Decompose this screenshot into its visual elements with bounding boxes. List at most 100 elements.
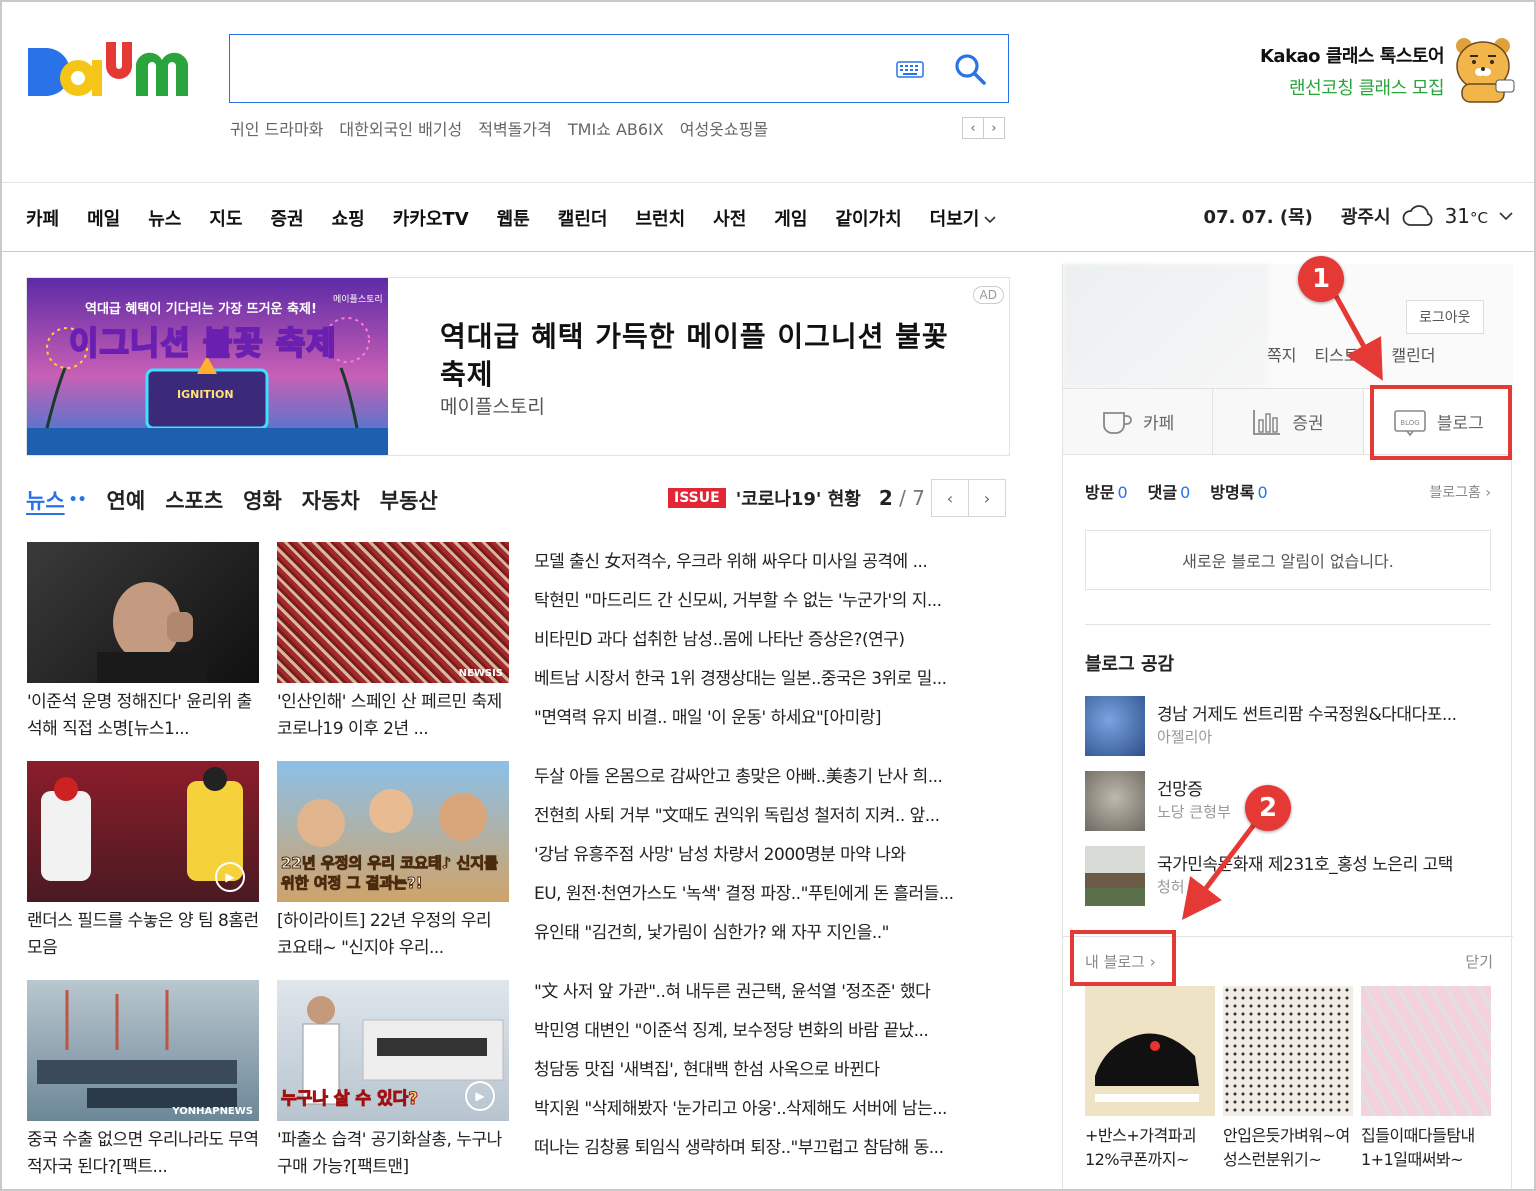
news-next-button[interactable]: › (968, 479, 1006, 517)
product-caption[interactable]: 안입은듯가벼워~여성스런분위기~ (1223, 1124, 1353, 1172)
news-thumb-image[interactable] (27, 542, 259, 683)
news-thumb[interactable]: '이준석 운명 정해진다' 윤리위 출석해 직접 소명[뉴스1... (27, 542, 259, 743)
tab-stock[interactable]: 증권 (1213, 389, 1364, 454)
gonggam-title[interactable]: 경남 거제도 썬트리팜 수국정원&다대다포... (1157, 700, 1487, 725)
headline-item[interactable]: 청담동 맛집 '새벽집', 현대백 한섬 사옥으로 바뀐다 (534, 1051, 1010, 1090)
trending-next-button[interactable]: › (983, 117, 1005, 139)
weather-city[interactable]: 광주시 (1341, 203, 1391, 229)
news-thumb-image[interactable]: NEWSIS (277, 542, 509, 683)
news-thumb-image[interactable]: 누구나 살 수 있다? ▶ (277, 980, 509, 1121)
gonggam-thumb[interactable] (1085, 771, 1145, 831)
search-input[interactable] (244, 49, 884, 89)
weather-dropdown-icon[interactable] (1498, 210, 1514, 222)
product-card[interactable]: 집들이때다들탐내1+1일때써봐~ (1361, 986, 1491, 1172)
product-image[interactable] (1223, 986, 1353, 1116)
nav-webtoon[interactable]: 웹툰 (497, 205, 530, 231)
product-caption[interactable]: +반스+가격파괴12%쿠폰까지~ (1085, 1124, 1215, 1172)
issue-title[interactable]: '코로나19' 현황 (736, 485, 861, 511)
link-calendar[interactable]: 캘린더 (1391, 342, 1435, 366)
news-thumb[interactable]: YONHAPNEWS 중국 수출 없으면 우리나라도 무역적자국 된다?[팩트.… (27, 980, 259, 1181)
ad-brand[interactable]: 메이플스토리 (440, 392, 545, 419)
close-button[interactable]: 닫기 (1465, 951, 1493, 972)
issue-topic[interactable]: ISSUE '코로나19' 현황 2 / 7 (668, 485, 925, 511)
news-thumb-image[interactable]: ▶ (27, 761, 259, 902)
gonggam-thumb[interactable] (1085, 696, 1145, 756)
product-image[interactable] (1085, 986, 1215, 1116)
headline-item[interactable]: 두살 아들 온몸으로 감싸안고 총맞은 아빠..美총기 난사 희... (534, 758, 1010, 797)
headline-item[interactable]: 탁현민 "마드리드 간 신모씨, 거부할 수 없는 '누군가'의 지... (534, 582, 1010, 621)
news-prev-button[interactable]: ‹ (931, 479, 969, 517)
kakao-promo[interactable]: Kakao 클래스 톡스토어 랜선코칭 클래스 모집 (1260, 42, 1445, 100)
news-thumb[interactable]: NEWSIS '인산인해' 스페인 산 페르민 축제 코로나19 이후 2년 .… (277, 542, 509, 743)
link-message[interactable]: 쪽지 (1267, 342, 1296, 366)
news-thumb-caption[interactable]: [하이라이트] 22년 우정의 우리 코요태~ "신지야 우리... (277, 908, 509, 962)
headline-item[interactable]: 전현희 사퇴 거부 "文때도 권익위 독립성 철저히 지켜.. 앞... (534, 797, 1010, 836)
link-tistory[interactable]: 티스토리 (1314, 342, 1373, 366)
tab-cafe[interactable]: 카페 (1063, 389, 1214, 454)
stat-visits[interactable]: 방문 0 (1085, 479, 1128, 503)
headline-item[interactable]: "면역력 유지 비결.. 매일 '이 운동' 하세요"[아미랑] (534, 699, 1010, 738)
headline-item[interactable]: '강남 유흥주점 사망' 남성 차량서 2000명분 마약 나와 (534, 836, 1010, 875)
daum-logo[interactable] (26, 38, 202, 106)
gonggam-title[interactable]: 건망증 (1157, 775, 1487, 800)
news-thumb[interactable]: ▶ 랜더스 필드를 수놓은 양 팀 8홈런 모음 (27, 761, 259, 962)
news-thumb[interactable]: 누구나 살 수 있다? ▶ '파출소 습격' 공기화살총, 누구나 구매 가능?… (277, 980, 509, 1181)
news-thumb-image[interactable]: YONHAPNEWS (27, 980, 259, 1121)
tab-entertainment[interactable]: 연예 (107, 485, 146, 515)
nav-stock[interactable]: 증권 (271, 205, 304, 231)
news-thumb-caption[interactable]: 중국 수출 없으면 우리나라도 무역적자국 된다?[팩트... (27, 1127, 259, 1181)
trending-prev-button[interactable]: ‹ (962, 117, 984, 139)
trending-item[interactable]: 대한외국인 배기성 (339, 116, 462, 140)
product-card[interactable]: 안입은듯가벼워~여성스런분위기~ (1223, 986, 1353, 1172)
nav-calendar[interactable]: 캘린더 (558, 205, 608, 231)
product-card[interactable]: +반스+가격파괴12%쿠폰까지~ (1085, 986, 1215, 1172)
trending-item[interactable]: TMI쇼 AB6IX (568, 116, 664, 140)
headline-item[interactable]: 비타민D 과다 섭취한 남성..몸에 나타난 증상은?(연구) (534, 621, 1010, 660)
nav-map[interactable]: 지도 (209, 205, 242, 231)
gonggam-title[interactable]: 국가민속문화재 제231호_홍성 노은리 고택 (1157, 850, 1487, 875)
tab-movie[interactable]: 영화 (243, 485, 282, 515)
stat-comments[interactable]: 댓글 0 (1148, 479, 1191, 503)
logout-button[interactable]: 로그아웃 (1406, 300, 1484, 334)
nav-mail[interactable]: 메일 (87, 205, 120, 231)
news-thumb-caption[interactable]: '파출소 습격' 공기화살총, 누구나 구매 가능?[팩트맨] (277, 1127, 509, 1181)
tab-realestate[interactable]: 부동산 (380, 485, 438, 515)
tab-blog[interactable]: BLOG 블로그 (1363, 389, 1513, 454)
trending-item[interactable]: 적벽돌가격 (478, 116, 552, 140)
promo-title[interactable]: Kakao 클래스 톡스토어 (1260, 42, 1445, 68)
nav-together[interactable]: 같이가치 (835, 205, 901, 231)
nav-dictionary[interactable]: 사전 (713, 205, 746, 231)
trending-item[interactable]: 귀인 드라마화 (230, 116, 323, 140)
stat-guestbook[interactable]: 방명록 0 (1210, 479, 1267, 503)
headline-item[interactable]: 모델 출신 女저격수, 우크라 위해 싸우다 미사일 공격에 ... (534, 543, 1010, 582)
search-box[interactable] (229, 34, 1009, 103)
nav-more[interactable]: 더보기 (930, 205, 998, 231)
news-thumb-caption[interactable]: '이준석 운명 정해진다' 윤리위 출석해 직접 소명[뉴스1... (27, 689, 259, 743)
ad-banner[interactable]: 역대급 혜택이 기다리는 가장 뜨거운 축제! 메이플스토리 이그니션 불꽃 축… (26, 277, 1010, 456)
promo-subtitle[interactable]: 랜선코칭 클래스 모집 (1260, 74, 1444, 100)
headline-item[interactable]: 박지원 "삭제해봤자 '눈가리고 아웅'..삭제해도 서버에 남는... (534, 1090, 1010, 1129)
nav-kakaotv[interactable]: 카카오TV (393, 205, 469, 231)
nav-news[interactable]: 뉴스 (148, 205, 181, 231)
headline-item[interactable]: 베트남 시장서 한국 1위 경쟁상대는 일본..중국은 3위로 밀... (534, 660, 1010, 699)
headline-item[interactable]: "文 사저 앞 가관"..혀 내두른 권근택, 윤석열 '정조준' 했다 (534, 973, 1010, 1012)
keyboard-icon[interactable] (896, 59, 924, 79)
product-caption[interactable]: 집들이때다들탐내1+1일때써봐~ (1361, 1124, 1491, 1172)
news-thumb[interactable]: 22년 우정의 우리 코요태♪ 신지를 위한 여정 그 결과는?! [하이라이트… (277, 761, 509, 962)
news-thumb-image[interactable]: 22년 우정의 우리 코요태♪ 신지를 위한 여정 그 결과는?! (277, 761, 509, 902)
headline-item[interactable]: 떠나는 김창룡 퇴임식 생략하며 퇴장.."부끄럽고 참담해 동... (534, 1129, 1010, 1168)
headline-item[interactable]: EU, 원전·천연가스도 '녹색' 결정 파장.."푸틴에게 돈 흘러들... (534, 875, 1010, 914)
ad-image[interactable]: 역대급 혜택이 기다리는 가장 뜨거운 축제! 메이플스토리 이그니션 불꽃 축… (27, 278, 388, 455)
blog-home-link[interactable]: 블로그홈 › (1429, 482, 1491, 502)
news-thumb-caption[interactable]: '인산인해' 스페인 산 페르민 축제 코로나19 이후 2년 ... (277, 689, 509, 743)
nav-brunch[interactable]: 브런치 (635, 205, 685, 231)
product-image[interactable] (1361, 986, 1491, 1116)
tab-car[interactable]: 자동차 (302, 485, 360, 515)
gonggam-thumb[interactable] (1085, 846, 1145, 906)
my-blog-link[interactable]: 내 블로그 › (1085, 951, 1156, 972)
trending-item[interactable]: 여성옷쇼핑몰 (680, 116, 768, 140)
gonggam-item[interactable]: 국가민속문화재 제231호_홍성 노은리 고택 청허 (1085, 846, 1491, 906)
nav-cafe[interactable]: 카페 (26, 205, 59, 231)
search-icon[interactable] (952, 51, 988, 87)
news-thumb-caption[interactable]: 랜더스 필드를 수놓은 양 팀 8홈런 모음 (27, 908, 259, 962)
